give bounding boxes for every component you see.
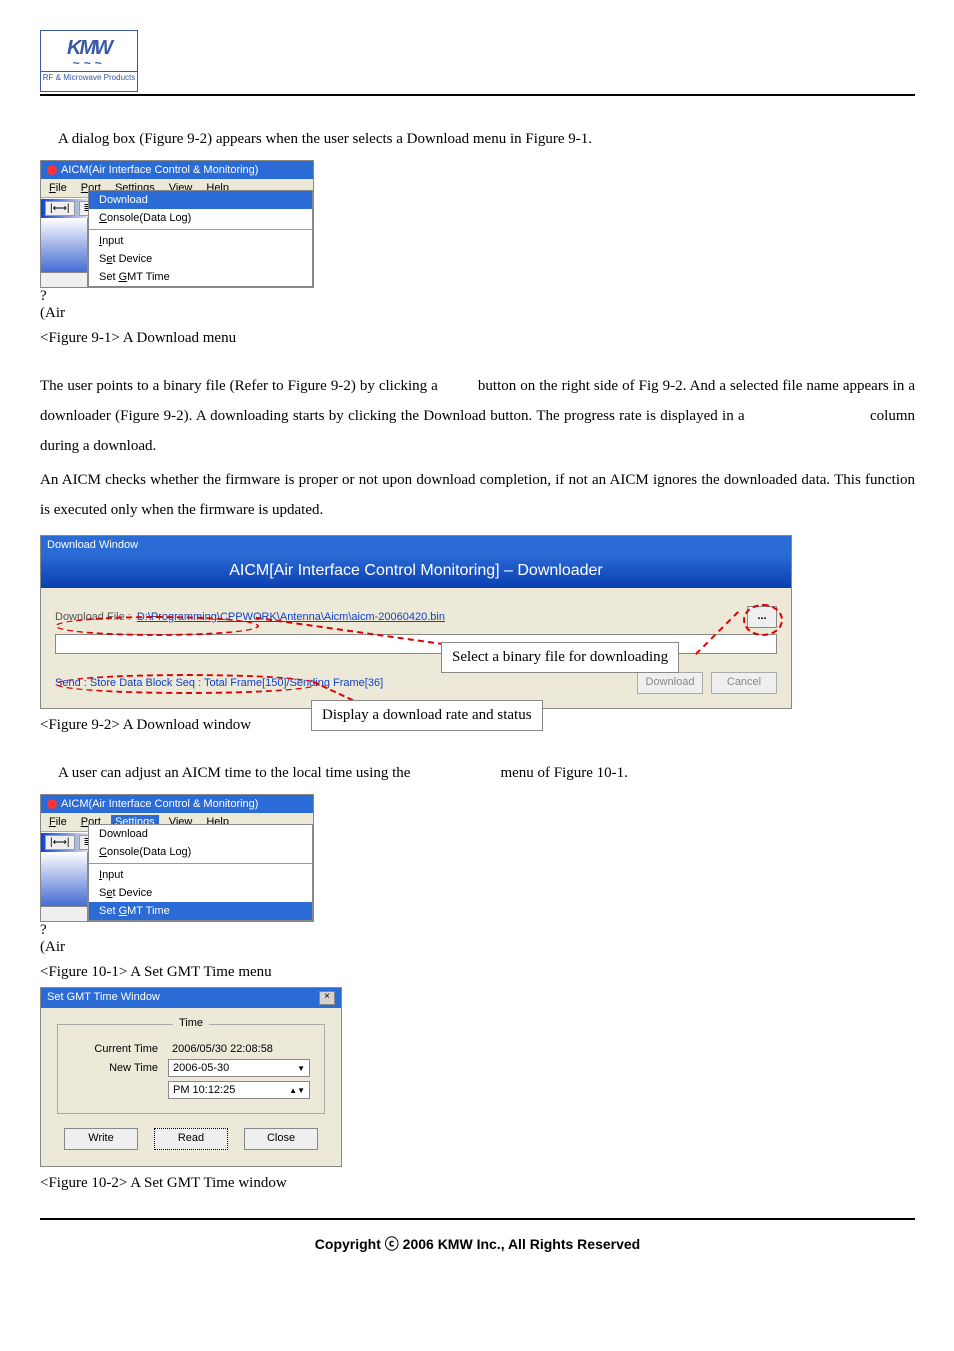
paragraph-1: A dialog box (Figure 9-2) appears when t… [40, 124, 915, 154]
dl-titlebar: Download Window [41, 536, 791, 554]
help-icon-2[interactable]: ? [40, 922, 312, 939]
paragraph-2: The user points to a binary file (Refer … [40, 371, 915, 461]
figure-10-1-caption: <Figure 10-1> A Set GMT Time menu [40, 964, 915, 981]
current-time-label: Current Time [72, 1043, 168, 1055]
submenu-setgmt[interactable]: Set GMT Time [89, 268, 312, 286]
kmw-logo: KMW ~~~ RF & Microwave Products [40, 30, 138, 92]
submenu-setdevice[interactable]: Set Device [89, 250, 312, 268]
new-time-label: New Time [72, 1062, 168, 1074]
submenu-setgmt-2[interactable]: Set GMT Time [89, 902, 312, 920]
current-time-value: 2006/05/30 22:08:58 [168, 1043, 273, 1055]
app-icon [47, 165, 57, 175]
gmt-title: Set GMT Time Window [47, 991, 160, 1005]
menu-file-2[interactable]: File [45, 815, 71, 829]
win-title: AICM(Air Interface Control & Monitoring) [61, 164, 258, 176]
left-grad-col [41, 218, 88, 287]
air-badge-2: (Air [40, 939, 312, 956]
toolbar-btn-1[interactable]: |⟷| [45, 201, 75, 216]
download-button[interactable]: Download [637, 672, 703, 694]
figure-10-1-screenshot: AICM(Air Interface Control & Monitoring)… [40, 794, 314, 922]
settings-submenu: Download Console(Data Log) Input Set Dev… [88, 190, 313, 287]
read-button[interactable]: Read [154, 1128, 228, 1150]
settings-submenu-2: Download Console(Data Log) Input Set Dev… [88, 824, 313, 921]
paragraph-4: A user can adjust an AICM time to the lo… [40, 758, 915, 788]
logo-wave: ~~~ [72, 57, 105, 69]
submenu-download-2[interactable]: Download [89, 825, 312, 843]
submenu-input-2[interactable]: Input [89, 866, 312, 884]
menu-file[interactable]: File [45, 181, 71, 195]
callout-display-rate: Display a download rate and status [311, 700, 543, 731]
annotation-status-ellipse [55, 674, 319, 694]
dl-banner: AICM[Air Interface Control Monitoring] –… [41, 554, 791, 588]
annotation-browse-ellipse [743, 604, 783, 636]
submenu-download[interactable]: Download [89, 191, 312, 209]
write-button[interactable]: Write [64, 1128, 138, 1150]
submenu-console-2[interactable]: Console(Data Log) [89, 843, 312, 861]
submenu-setdevice-2[interactable]: Set Device [89, 884, 312, 902]
copyright-notice: Copyright ⓒ 2006 KMW Inc., All Rights Re… [40, 1234, 915, 1254]
close-icon[interactable]: × [319, 991, 335, 1005]
annotation-path-ellipse [55, 616, 259, 636]
group-legend: Time [173, 1017, 209, 1029]
time-group: Time Current Time 2006/05/30 22:08:58 Ne… [57, 1024, 325, 1114]
close-button[interactable]: Close [244, 1128, 318, 1150]
win-titlebar: AICM(Air Interface Control & Monitoring) [41, 161, 313, 179]
new-date-input[interactable]: 2006-05-30 ▼ [168, 1059, 310, 1077]
left-grad-col-2 [41, 852, 88, 921]
submenu-input[interactable]: Input [89, 232, 312, 250]
paragraph-3: An AICM checks whether the firmware is p… [40, 465, 915, 525]
win-titlebar-2: AICM(Air Interface Control & Monitoring) [41, 795, 313, 813]
chevron-down-icon[interactable]: ▼ [297, 1064, 305, 1073]
app-icon-2 [47, 799, 57, 809]
figure-10-2-screenshot: Set GMT Time Window × Time Current Time … [40, 987, 342, 1167]
win-title-2: AICM(Air Interface Control & Monitoring) [61, 798, 258, 810]
new-time-input[interactable]: PM 10:12:25 ▲▼ [168, 1081, 310, 1099]
submenu-console[interactable]: Console(Data Log) [89, 209, 312, 227]
callout-select-file: Select a binary file for downloading [441, 642, 679, 673]
logo-big: KMW [67, 39, 111, 57]
gmt-titlebar: Set GMT Time Window × [41, 988, 341, 1008]
cancel-button[interactable]: Cancel [711, 672, 777, 694]
toolbar-btn-1b[interactable]: |⟷| [45, 835, 75, 850]
figure-9-2-screenshot: Download Window AICM[Air Interface Contr… [40, 535, 792, 709]
spinner-icon[interactable]: ▲▼ [289, 1086, 305, 1095]
logo-tagline: RF & Microwave Products [41, 71, 137, 83]
figure-10-2-caption: <Figure 10-2> A Set GMT Time window [40, 1175, 915, 1192]
figure-9-1-caption: <Figure 9-1> A Download menu [40, 330, 915, 347]
figure-9-1-screenshot: AICM(Air Interface Control & Monitoring)… [40, 160, 314, 288]
help-icon[interactable]: ? [40, 288, 312, 305]
air-badge: (Air [40, 305, 312, 322]
